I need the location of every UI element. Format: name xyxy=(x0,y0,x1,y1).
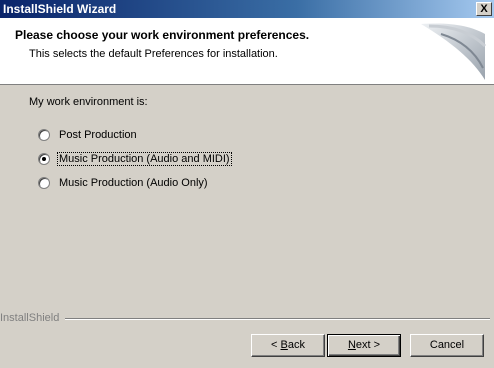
installshield-brand-label: InstallShield xyxy=(0,312,66,324)
option-post-production[interactable]: Post Production xyxy=(38,127,138,143)
option-music-audio-only[interactable]: Music Production (Audio Only) xyxy=(38,175,209,191)
back-label-prefix: < xyxy=(271,339,281,351)
title-bar[interactable]: InstallShield Wizard X xyxy=(0,0,494,18)
next-label-suffix: ext > xyxy=(355,339,381,351)
wizard-header: Please choose your work environment pref… xyxy=(0,18,494,85)
window-title: InstallShield Wizard xyxy=(3,2,117,16)
back-mnemonic: B xyxy=(280,339,288,351)
radio-button[interactable] xyxy=(38,177,50,189)
back-button[interactable]: < Back xyxy=(251,334,325,357)
radio-button[interactable] xyxy=(38,129,50,141)
radio-button-selected[interactable] xyxy=(38,153,50,165)
option-label[interactable]: Post Production xyxy=(58,129,138,141)
next-button[interactable]: Next > xyxy=(327,334,401,357)
installshield-wizard-window: InstallShield Wizard X Please choose you… xyxy=(0,0,494,368)
option-label[interactable]: Music Production (Audio and MIDI) xyxy=(57,152,232,166)
next-mnemonic: N xyxy=(347,339,356,351)
back-label-suffix: ack xyxy=(287,339,305,351)
installshield-banner-graphic xyxy=(421,23,487,80)
environment-prompt: My work environment is: xyxy=(29,96,148,108)
header-title: Please choose your work environment pref… xyxy=(15,28,310,42)
option-music-audio-midi[interactable]: Music Production (Audio and MIDI) xyxy=(38,151,232,167)
header-subtitle: This selects the default Preferences for… xyxy=(29,48,278,60)
option-label[interactable]: Music Production (Audio Only) xyxy=(58,177,209,189)
cancel-button[interactable]: Cancel xyxy=(410,334,484,357)
divider-highlight xyxy=(0,319,490,320)
close-button[interactable]: X xyxy=(476,2,492,16)
